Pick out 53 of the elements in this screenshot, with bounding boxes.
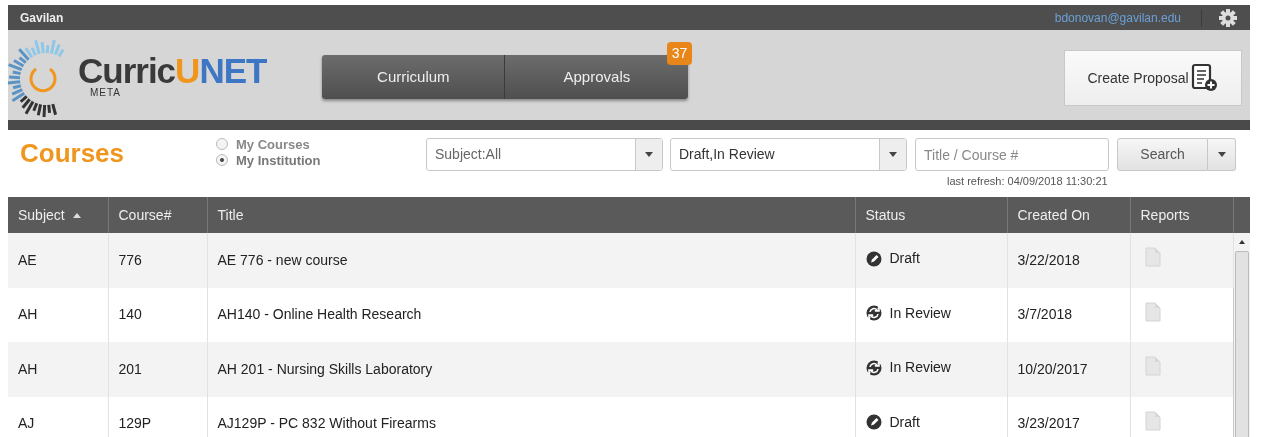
table-cell: 201 bbox=[118, 360, 142, 377]
document-icon[interactable] bbox=[1144, 356, 1161, 377]
table-cell: AJ129P - PC 832 Without Firearms bbox=[217, 415, 436, 432]
institution-name: Gavilan bbox=[20, 9, 64, 27]
table-cell: AH bbox=[18, 306, 38, 323]
user-email-link[interactable]: bdonovan@gavilan.edu bbox=[1054, 8, 1202, 27]
status-text: In Review bbox=[889, 358, 951, 377]
column-header[interactable]: Status bbox=[855, 197, 1007, 233]
table-cell: AE 776 - new course bbox=[217, 251, 348, 268]
table-cell: 3/7/2018 bbox=[1017, 306, 1072, 323]
count-badge: 37 bbox=[666, 42, 693, 65]
scrollbar[interactable] bbox=[1233, 233, 1250, 437]
create-proposal-button[interactable]: Create Proposal bbox=[1064, 50, 1242, 106]
search-button[interactable]: Search bbox=[1117, 138, 1208, 171]
refresh-icon bbox=[865, 305, 882, 321]
last-refresh-text: last refresh: 04/09/2018 11:30:21 bbox=[947, 174, 1109, 189]
column-header[interactable]: Reports bbox=[1130, 197, 1233, 233]
status-text: Draft bbox=[889, 412, 920, 432]
radio-option[interactable]: My Institution bbox=[216, 153, 402, 170]
search-field[interactable]: Title / Course # bbox=[915, 138, 1109, 171]
column-header[interactable]: Course# bbox=[108, 197, 207, 233]
status-dropdown[interactable]: Draft,In Review bbox=[670, 138, 907, 171]
logo-text: CurricUNET bbox=[78, 52, 267, 88]
status-text: In Review bbox=[889, 303, 951, 323]
document-icon[interactable] bbox=[1144, 410, 1161, 431]
document-icon[interactable] bbox=[1144, 247, 1161, 268]
radio-option[interactable]: My Courses bbox=[216, 137, 402, 154]
column-header[interactable]: Subject bbox=[8, 197, 108, 233]
refresh-icon bbox=[865, 359, 882, 376]
column-header[interactable]: Title bbox=[207, 197, 855, 233]
logo-subtitle: META bbox=[90, 87, 123, 98]
table-cell: AH bbox=[18, 360, 38, 377]
nav-tab[interactable]: Curriculum bbox=[322, 55, 506, 99]
table-cell: AH140 - Online Health Research bbox=[217, 306, 422, 323]
table-cell: AJ bbox=[18, 415, 35, 432]
dropdown-caret-button[interactable] bbox=[1208, 138, 1236, 171]
table-cell: AE bbox=[18, 251, 37, 268]
subject-dropdown[interactable]: Subject:All bbox=[426, 138, 663, 171]
table-cell: AH 201 - Nursing Skills Laboratory bbox=[217, 360, 433, 377]
table-cell: 3/23/2017 bbox=[1017, 415, 1080, 432]
page-title: Courses bbox=[20, 138, 126, 170]
document-icon[interactable] bbox=[1144, 301, 1161, 322]
pencil-icon bbox=[865, 414, 882, 430]
column-header[interactable]: Created On bbox=[1007, 197, 1130, 233]
table-cell: 140 bbox=[118, 306, 142, 323]
settings-icon[interactable] bbox=[1218, 7, 1238, 28]
table-cell: 3/22/2018 bbox=[1017, 251, 1080, 268]
table-cell: 129P bbox=[118, 415, 152, 432]
document-add-icon bbox=[1190, 63, 1219, 93]
status-text: Draft bbox=[889, 249, 920, 268]
table-cell: 776 bbox=[118, 251, 142, 268]
table-cell: 10/20/2017 bbox=[1017, 360, 1088, 377]
pencil-icon bbox=[865, 250, 882, 267]
